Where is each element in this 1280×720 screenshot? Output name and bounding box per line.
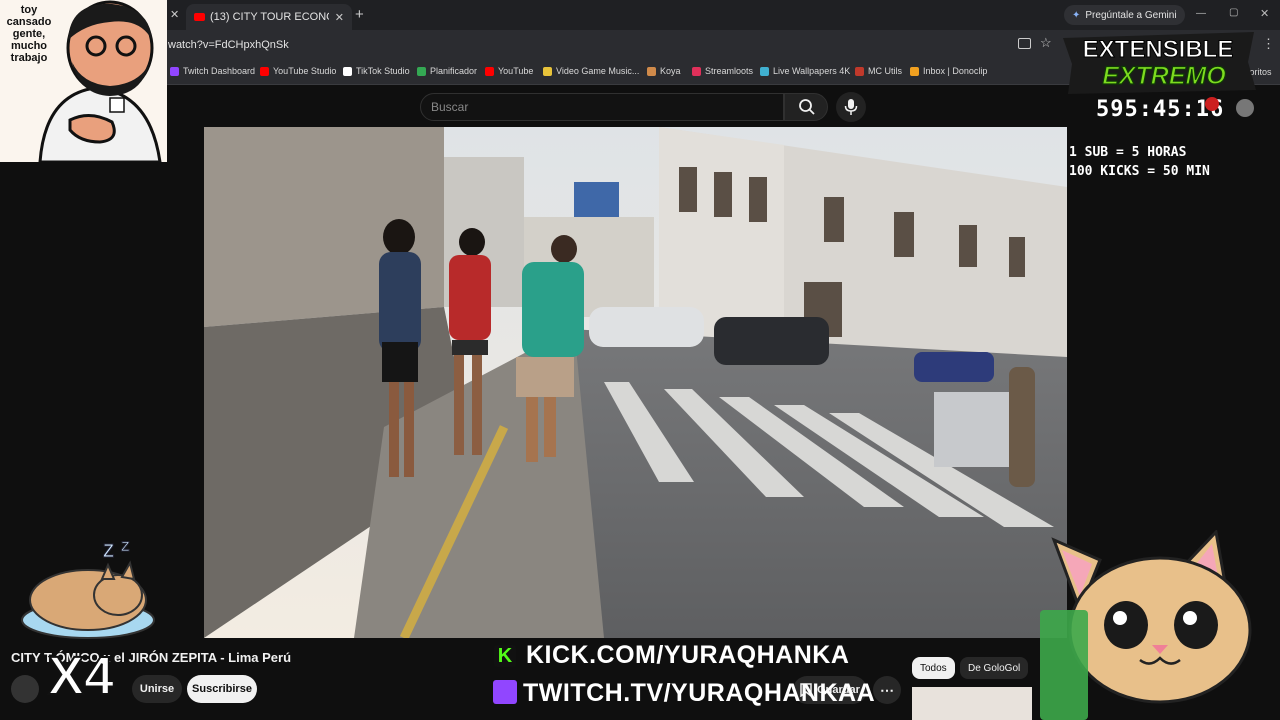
bookmark-item[interactable]: Inbox | Donoclip (910, 66, 987, 76)
bookmark-favicon-icon (910, 66, 919, 76)
microphone-icon (844, 99, 858, 115)
bookmark-favicon-icon (343, 66, 352, 76)
cast-icon[interactable] (1018, 38, 1031, 49)
bookmark-item[interactable]: TikTok Studio (343, 66, 410, 76)
twitch-logo-icon (493, 680, 517, 704)
svg-text:Z: Z (103, 541, 114, 561)
tab-close-icon[interactable]: ✕ (335, 11, 344, 24)
bookmark-favicon-icon (260, 66, 269, 76)
bookmark-item[interactable]: Planificador (417, 66, 477, 76)
bookmark-item[interactable]: YouTube (485, 66, 533, 76)
menu-dots-icon[interactable]: ⋮ (1262, 36, 1275, 52)
bookmark-favicon-icon (543, 66, 552, 76)
wolf-icon (1236, 99, 1254, 117)
browser-tab-active[interactable]: (13) CITY TOUR ECONÓMI ✕ (186, 4, 352, 30)
video-player[interactable] (204, 127, 1067, 638)
subathon-rules: 1 SUB = 5 HORAS 100 KICKS = 50 MIN (1069, 143, 1210, 181)
rule-subs: 1 SUB = 5 HORAS (1069, 145, 1187, 160)
bookmark-item[interactable]: Koya (647, 66, 681, 76)
bookmark-label: TikTok Studio (356, 66, 410, 76)
sleeping-cat-sticker: Z Z (21, 538, 155, 639)
channel-avatar[interactable] (11, 675, 39, 703)
kick-logo-icon: K (494, 645, 516, 667)
youtube-icon (194, 13, 205, 21)
bookmark-label: Koya (660, 66, 681, 76)
search-button[interactable] (784, 93, 828, 121)
bookmark-favicon-icon (855, 66, 864, 76)
tab-close-icon[interactable]: ✕ (170, 8, 179, 21)
maximize-window-icon[interactable]: ▢ (1229, 7, 1238, 18)
tab-title: (13) CITY TOUR ECONÓMI (210, 11, 329, 23)
bookmark-item[interactable]: Twitch Dashboard (170, 66, 255, 76)
extensible-line2: EXTREMO (1102, 62, 1226, 90)
gemini-label: Pregúntale a Gemini (1085, 9, 1177, 21)
more-actions-button[interactable]: ⋯ (873, 676, 901, 704)
twitch-url: TWITCH.TV/YURAQHANKAA (523, 679, 876, 707)
webcam-overlay: toy cansado gente, mucho trabajo (0, 0, 167, 162)
kick-url: KICK.COM/YURAQHANKA (526, 641, 850, 669)
search-icon (799, 99, 815, 115)
bookmark-label: Video Game Music... (556, 66, 640, 76)
bookmark-item[interactable]: Live Wallpapers 4K (760, 66, 850, 76)
webcam-caption: toy cansado gente, mucho trabajo (6, 4, 52, 64)
bookmark-label: Streamloots (705, 66, 754, 76)
svg-text:Z: Z (121, 538, 130, 554)
multiplier-badge: X4 (47, 645, 115, 707)
subscribe-button[interactable]: Suscribirse (187, 675, 257, 703)
extensible-line1: EXTENSIBLE (1083, 36, 1234, 63)
url-field[interactable]: watch?v=FdCHpxhQnSk (168, 39, 289, 51)
bookmark-label: Planificador (430, 66, 478, 76)
bookmark-item[interactable]: Video Game Music... (543, 66, 639, 76)
bookmark-item[interactable]: MC Utils (855, 66, 902, 76)
gemini-button[interactable]: ✦ Pregúntale a Gemini (1064, 5, 1185, 25)
bookmark-label: MC Utils (868, 66, 902, 76)
bookmark-label: YouTube (498, 66, 534, 76)
bookmark-label: YouTube Studio (273, 66, 337, 76)
join-button[interactable]: Unirse (132, 675, 182, 703)
notification-badge (1205, 97, 1219, 111)
close-window-icon[interactable]: ✕ (1260, 7, 1269, 20)
recommended-thumbnail[interactable] (912, 687, 1032, 720)
bookmark-label: Live Wallpapers 4K (773, 66, 851, 76)
bookmark-star-icon[interactable]: ☆ (1040, 35, 1052, 51)
extensible-extremo-logo: EXTENSIBLE EXTREMO (1063, 32, 1256, 94)
street-scene-video-frame (204, 127, 1067, 638)
bookmark-label: Inbox | Donoclip (923, 66, 988, 76)
cat-mascot-sticker (1040, 530, 1252, 720)
bookmark-favicon-icon (417, 66, 426, 76)
more-dots-icon: ⋯ (880, 681, 894, 698)
minimize-window-icon[interactable]: — (1196, 8, 1206, 19)
rule-kicks: 100 KICKS = 50 MIN (1069, 164, 1210, 179)
bookmark-item[interactable]: YouTube Studio (260, 66, 336, 76)
bookmark-favicon-icon (485, 66, 494, 76)
new-tab-button[interactable]: + (355, 6, 364, 23)
bookmark-favicon-icon (760, 66, 769, 76)
bookmark-favicon-icon (692, 66, 701, 76)
voice-search-button[interactable] (836, 92, 866, 122)
bookmark-label: Twitch Dashboard (183, 66, 256, 76)
search-input[interactable]: Buscar (420, 93, 784, 121)
bookmark-favicon-icon (170, 66, 179, 76)
gemini-sparkle-icon: ✦ (1072, 9, 1081, 21)
bookmark-favicon-icon (647, 66, 656, 76)
chip-channel[interactable]: De GoloGol (960, 657, 1029, 679)
bookmark-item[interactable]: Streamloots (692, 66, 753, 76)
chip-all[interactable]: Todos (912, 657, 955, 679)
